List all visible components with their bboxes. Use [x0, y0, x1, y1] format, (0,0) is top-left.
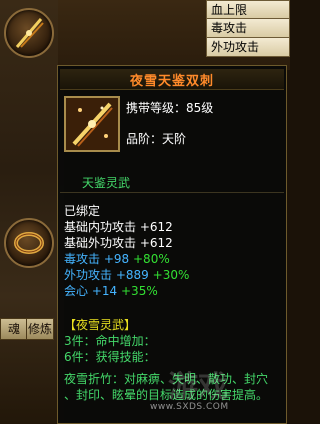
item-subtitle: 天鉴灵武	[82, 176, 131, 190]
stat-bonus: +35%	[121, 284, 158, 298]
tab-soul[interactable]: 魂	[0, 318, 28, 340]
bound-status: 已绑定	[64, 204, 101, 218]
skill-description-line: 、封印、眩晕的目标造成的伤害提高。	[64, 388, 269, 402]
stat-label: 基础内功攻击	[64, 220, 137, 234]
item-icon	[64, 96, 120, 152]
bonus-stat-row: 外功攻击 +889 +30%	[64, 266, 189, 283]
background-panel	[0, 0, 64, 424]
stat-row-poison[interactable]: 毒攻击	[206, 19, 290, 38]
stat-bonus: +30%	[152, 268, 190, 282]
watermark-url: www.SXDS.COM	[150, 402, 229, 412]
set-name: 【夜雪灵武】	[64, 318, 137, 332]
equipment-slot-weapon[interactable]	[4, 8, 54, 58]
tab-cultivate[interactable]: 修炼	[26, 318, 54, 340]
set-bonus-3: 3件：命中增加：	[64, 334, 156, 348]
stat-label: 基础外功攻击	[64, 236, 137, 250]
stat-list: 血上限 毒攻击 外功攻击	[206, 0, 290, 57]
item-name: 夜雪天鉴双刺	[129, 74, 214, 89]
required-level: 携带等级：85级	[126, 101, 214, 115]
stat-label: 毒攻击	[64, 252, 101, 266]
skill-description-line: 夜雪折竹：对麻痹、失明、散功、封穴	[64, 372, 269, 386]
base-stat-row: 基础内功攻击 +612	[64, 218, 173, 235]
stat-value: +889	[115, 268, 149, 282]
watermark-logo: 游戏	[168, 370, 228, 405]
stat-value: +612	[139, 220, 173, 234]
stat-label: 会心	[64, 284, 89, 298]
stat-label: 外功攻击	[64, 268, 113, 282]
bracelet-icon	[14, 232, 44, 254]
stat-value: +612	[139, 236, 173, 250]
dagger-icon	[66, 98, 118, 150]
set-bonus-6: 6件：获得技能：	[64, 350, 156, 364]
equipment-slot-bracelet[interactable]	[4, 218, 54, 268]
tooltip-title-bar: 夜雪天鉴双刺	[60, 69, 284, 90]
bonus-stat-row: 毒攻击 +98 +80%	[64, 250, 170, 267]
dagger-icon	[15, 18, 44, 48]
item-tier: 品阶：天阶	[126, 132, 187, 146]
base-stat-row: 基础外功攻击 +612	[64, 234, 173, 251]
stat-row-external[interactable]: 外功攻击	[206, 38, 290, 57]
bonus-stat-row: 会心 +14 +35%	[64, 282, 158, 299]
divider	[60, 192, 284, 193]
stat-bonus: +80%	[133, 252, 170, 266]
stat-row-hp[interactable]: 血上限	[206, 0, 290, 19]
stat-value: +98	[103, 252, 130, 266]
stat-value: +14	[91, 284, 118, 298]
